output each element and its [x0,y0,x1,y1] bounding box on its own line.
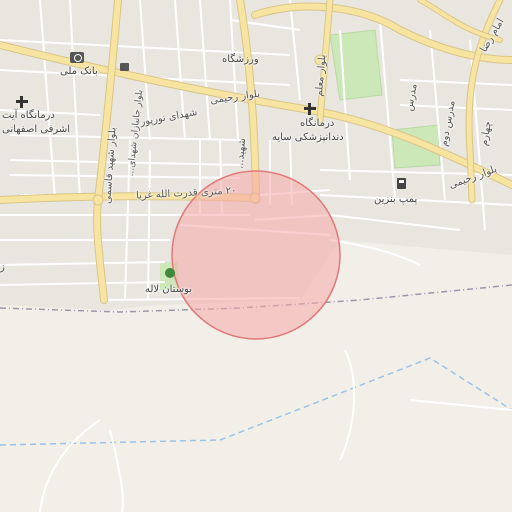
label-fuel-pump: پمپ بنزین [374,194,418,205]
medical-cross-icon[interactable] [16,96,28,108]
label-dental-saye: دندانپزشکی سایه [272,132,344,143]
label-ashrafi-esfahani: اشرفی اصفهانی [2,124,71,135]
label-bank-meli: بانک ملی [60,66,98,77]
medical-cross-icon[interactable] [304,103,316,115]
label-varzeshgah: ورزشگاه [222,54,259,65]
map-view[interactable]: بانک ملی ورزشگاه بلوار رحیمی بلوار رحیمی… [0,0,512,512]
fuel-station-icon[interactable] [397,178,406,189]
label-bustan-laleh: بوستان لاله [145,284,193,295]
label-clinic-ayat: درمانگاه آیت [2,110,55,121]
label-left-edge: ز [0,262,5,273]
label-clinic: درمانگاه [300,118,335,129]
shopping-bag-icon[interactable] [120,63,129,71]
tree-park-icon[interactable] [165,268,175,278]
atm-bank-icon[interactable] [70,52,84,63]
